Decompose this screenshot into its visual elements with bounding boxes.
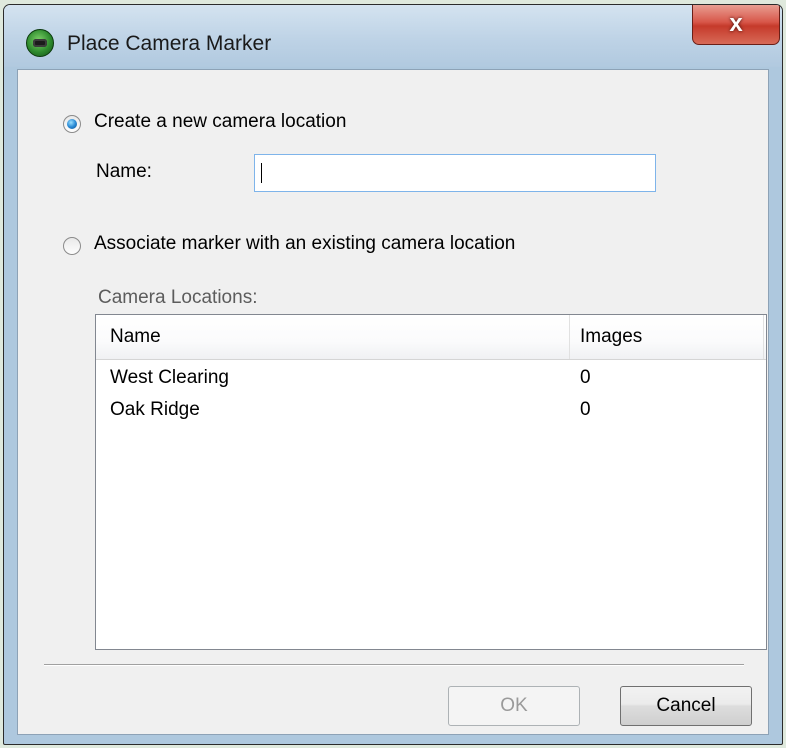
ok-button[interactable]: OK [448, 686, 580, 726]
camera-locations-list[interactable]: Name Images West Clearing 0 Oak Ridge 0 [95, 314, 767, 650]
associate-existing-label[interactable]: Associate marker with an existing camera… [94, 233, 515, 255]
camera-locations-label: Camera Locations: [98, 287, 258, 308]
column-header-images-label: Images [580, 326, 643, 347]
list-item[interactable]: Oak Ridge 0 [96, 395, 766, 427]
list-header: Name Images [96, 315, 766, 360]
column-header-images[interactable]: Images [570, 315, 764, 359]
associate-existing-radio[interactable] [63, 237, 81, 255]
close-button[interactable]: x [692, 5, 780, 45]
window-title: Place Camera Marker [67, 32, 272, 55]
name-field[interactable] [254, 154, 656, 192]
location-name: Oak Ridge [110, 399, 200, 420]
dialog-body: Create a new camera location Name: Assoc… [17, 69, 769, 735]
column-header-name[interactable]: Name [96, 315, 570, 359]
title-bar[interactable]: Place Camera Marker x [4, 5, 782, 67]
column-header-name-label: Name [110, 326, 161, 347]
location-name: West Clearing [110, 367, 229, 388]
close-icon: x [729, 10, 743, 37]
location-image-count: 0 [580, 367, 591, 388]
cancel-button[interactable]: Cancel [620, 686, 752, 726]
dialog-window: Place Camera Marker x Create a new camer… [3, 4, 783, 745]
location-image-count: 0 [580, 399, 591, 420]
name-label: Name: [96, 161, 152, 182]
app-camera-icon [26, 29, 54, 57]
create-new-radio[interactable] [63, 115, 81, 133]
text-caret [261, 163, 262, 183]
create-new-label[interactable]: Create a new camera location [94, 111, 346, 133]
button-separator [44, 664, 744, 666]
list-item[interactable]: West Clearing 0 [96, 363, 766, 395]
